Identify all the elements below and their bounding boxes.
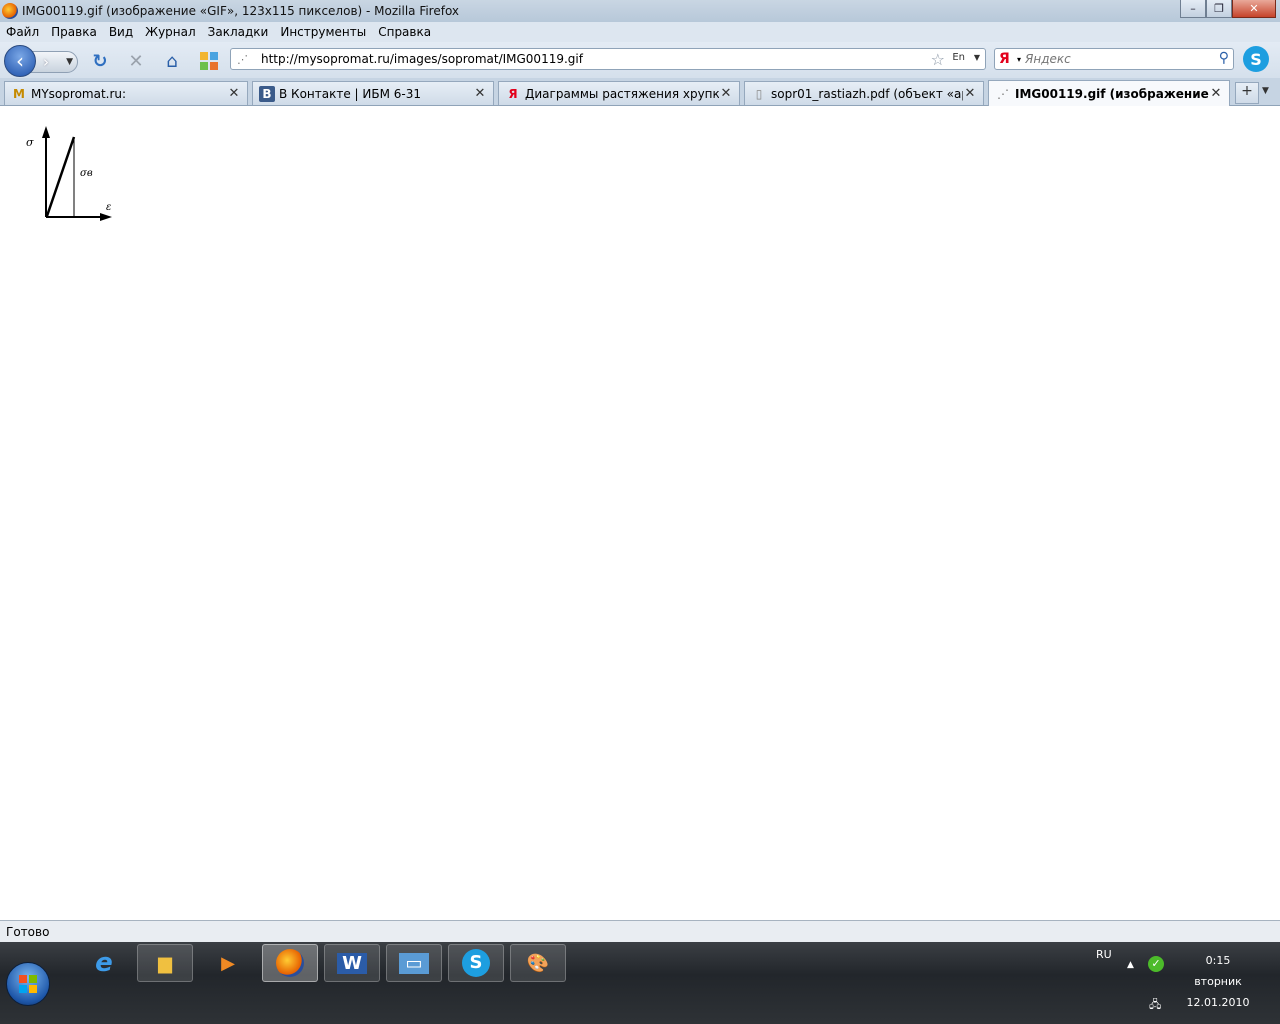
mysopromat-favicon-icon: M xyxy=(13,86,25,101)
y-axis-arrow-icon xyxy=(42,126,50,138)
y-axis-label: σ xyxy=(26,136,34,149)
tab-label: IMG00119.gif (изображение «... xyxy=(1015,86,1209,101)
stress-curve xyxy=(45,136,76,217)
language-indicator-tray[interactable]: RU xyxy=(1096,948,1112,961)
window-controls: – ❐ ✕ xyxy=(1180,0,1276,18)
forward-button[interactable]: › ▼ xyxy=(30,51,78,73)
yandex-icon[interactable]: Я xyxy=(999,51,1017,67)
tab-strip: M MYsopromat.ru: ✕ B В Контакте | ИБМ 6-… xyxy=(0,78,1280,106)
peak-stress-label: σв xyxy=(80,168,93,179)
tab-label: MYsopromat.ru: xyxy=(31,86,127,101)
tab-label: В Контакте | ИБМ 6-31 xyxy=(279,86,422,101)
tab-yandex[interactable]: Я Диаграммы растяжения хрупких ... ✕ xyxy=(498,81,740,105)
taskbar-ie-icon[interactable]: e xyxy=(76,944,132,982)
tab-close-icon[interactable]: ✕ xyxy=(963,86,977,101)
url-bar[interactable]: ⋰ ☆ En ▼ xyxy=(230,48,986,70)
tab-mysopromat[interactable]: M MYsopromat.ru: ✕ xyxy=(4,81,248,105)
menu-file[interactable]: Файл xyxy=(6,25,39,39)
skype-toolbar-icon[interactable]: S xyxy=(1243,46,1269,72)
apps-icon[interactable] xyxy=(198,51,220,71)
taskbar-paint-icon[interactable]: 🎨 xyxy=(510,944,566,982)
search-icon[interactable]: ⚲ xyxy=(1219,50,1229,66)
reload-icon[interactable]: ↻ xyxy=(90,51,110,72)
search-engine-dropdown-icon[interactable]: ▾ xyxy=(1017,55,1021,64)
taskbar-skype-icon[interactable]: S xyxy=(448,944,504,982)
antivirus-check-icon[interactable]: ✓ xyxy=(1148,956,1164,972)
back-button[interactable]: ‹ xyxy=(4,45,36,77)
tab-list-dropdown-icon[interactable]: ▼ xyxy=(1262,86,1269,96)
title-bar: IMG00119.gif (изображение «GIF», 123x115… xyxy=(0,0,1280,22)
page-icon: ⋰ xyxy=(237,52,248,66)
tab-pdf[interactable]: ▯ sopr01_rastiazh.pdf (объект «appli... … xyxy=(744,81,984,105)
taskbar-media-player-icon[interactable]: ▶ xyxy=(200,944,256,982)
url-dropdown-icon[interactable]: ▼ xyxy=(974,53,980,62)
minimize-button[interactable]: – xyxy=(1180,0,1206,18)
yandex-favicon-icon: Я xyxy=(508,86,518,101)
vkontakte-favicon-icon: B xyxy=(259,85,275,102)
maximize-button[interactable]: ❐ xyxy=(1206,0,1232,18)
menu-bookmarks[interactable]: Закладки xyxy=(208,25,269,39)
search-input[interactable] xyxy=(1025,52,1206,66)
menu-edit[interactable]: Правка xyxy=(51,25,97,39)
tab-close-icon[interactable]: ✕ xyxy=(719,86,733,101)
taskbar-explorer-icon[interactable]: ▆ xyxy=(137,944,193,982)
stop-icon[interactable]: ✕ xyxy=(126,51,146,72)
page-content: σ σв ε xyxy=(0,106,1280,920)
image-favicon-icon: ⋰ xyxy=(997,86,1009,101)
x-axis-label: ε xyxy=(106,202,111,213)
tab-label: Диаграммы растяжения хрупких ... xyxy=(525,86,719,101)
history-dropdown-icon[interactable]: ▼ xyxy=(66,57,73,67)
window-title: IMG00119.gif (изображение «GIF», 123x115… xyxy=(22,4,460,18)
show-hidden-icons-icon[interactable]: ▲ xyxy=(1127,960,1134,970)
tab-label: sopr01_rastiazh.pdf (объект «appli... xyxy=(771,86,963,101)
status-bar: Готово xyxy=(0,920,1280,942)
windows-logo-icon xyxy=(18,974,38,994)
tab-close-icon[interactable]: ✕ xyxy=(473,86,487,101)
menu-history[interactable]: Журнал xyxy=(145,25,196,39)
tab-image-active[interactable]: ⋰ IMG00119.gif (изображение «... ✕ xyxy=(988,80,1230,106)
close-button[interactable]: ✕ xyxy=(1232,0,1276,18)
stress-strain-diagram-image: σ σв ε xyxy=(26,126,112,221)
menu-view[interactable]: Вид xyxy=(109,25,133,39)
taskbar: e ▆ ▶ W ▭ S 🎨 RU ▲ ✓ 🖧 0:15 вторник 12.0… xyxy=(0,942,1280,1024)
bookmark-star-icon[interactable]: ☆ xyxy=(931,50,945,69)
language-indicator[interactable]: En xyxy=(952,52,965,63)
x-axis-arrow-icon xyxy=(100,213,112,221)
back-arrow-icon: ‹ xyxy=(16,49,24,73)
tab-vkontakte[interactable]: B В Контакте | ИБМ 6-31 ✕ xyxy=(252,81,494,105)
network-icon[interactable]: 🖧 xyxy=(1149,996,1161,1015)
document-favicon-icon: ▯ xyxy=(755,86,763,101)
search-bar[interactable]: Я ▾ ⚲ xyxy=(994,48,1234,70)
home-icon[interactable]: ⌂ xyxy=(162,51,182,72)
clock-time: 0:15 xyxy=(1205,954,1231,967)
firefox-icon xyxy=(2,3,18,19)
taskbar-picture-viewer-icon[interactable]: ▭ xyxy=(386,944,442,982)
taskbar-word-icon[interactable]: W xyxy=(324,944,380,982)
new-tab-button[interactable]: + xyxy=(1235,82,1259,104)
menu-help[interactable]: Справка xyxy=(378,25,431,39)
url-input[interactable] xyxy=(261,52,921,66)
start-button[interactable] xyxy=(6,962,50,1006)
clock-date: 12.01.2010 xyxy=(1186,996,1250,1009)
tab-close-icon[interactable]: ✕ xyxy=(1209,86,1223,101)
clock-day: вторник xyxy=(1194,975,1242,988)
menu-bar: Файл Правка Вид Журнал Закладки Инструме… xyxy=(0,22,1280,42)
forward-arrow-icon: › xyxy=(43,53,49,71)
menu-tools[interactable]: Инструменты xyxy=(280,25,366,39)
tray-clock[interactable]: 0:15 вторник 12.01.2010 xyxy=(1176,954,1260,1017)
taskbar-firefox-icon[interactable] xyxy=(262,944,318,982)
status-text: Готово xyxy=(6,924,50,939)
tab-close-icon[interactable]: ✕ xyxy=(227,86,241,101)
